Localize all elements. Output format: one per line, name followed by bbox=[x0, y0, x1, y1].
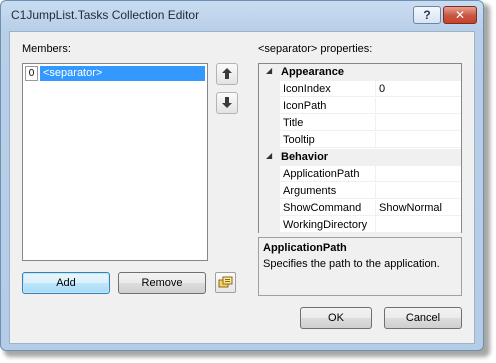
list-item[interactable]: 0 <separator> bbox=[25, 66, 205, 81]
ok-button[interactable]: OK bbox=[300, 307, 372, 329]
property-value[interactable] bbox=[376, 217, 461, 233]
add-button[interactable]: Add bbox=[22, 272, 110, 294]
arrow-down-icon bbox=[222, 97, 232, 111]
property-value[interactable] bbox=[376, 166, 461, 182]
move-down-button[interactable] bbox=[216, 92, 238, 114]
description-text: Specifies the path to the application. bbox=[263, 258, 440, 270]
property-name: Tooltip bbox=[280, 132, 376, 148]
property-row-workingdirectory[interactable]: WorkingDirectory bbox=[259, 217, 461, 234]
property-row-applicationpath[interactable]: ApplicationPath bbox=[259, 166, 461, 183]
description-title: ApplicationPath bbox=[263, 242, 347, 254]
category-appearance[interactable]: ◢ Appearance bbox=[259, 64, 461, 81]
remove-button[interactable]: Remove bbox=[118, 272, 206, 294]
move-up-button[interactable] bbox=[216, 63, 238, 85]
row-gutter bbox=[259, 115, 280, 132]
property-value[interactable] bbox=[376, 115, 461, 131]
list-item-index: 0 bbox=[25, 66, 38, 81]
collapse-triangle-icon[interactable]: ◢ bbox=[266, 151, 272, 160]
title-bar[interactable]: C1JumpList.Tasks Collection Editor ? ✕ bbox=[1, 1, 483, 31]
members-listbox[interactable]: 0 <separator> bbox=[22, 63, 208, 261]
window-title: C1JumpList.Tasks Collection Editor bbox=[11, 8, 200, 22]
close-button[interactable]: ✕ bbox=[443, 6, 477, 24]
property-value[interactable] bbox=[376, 132, 461, 148]
row-gutter bbox=[259, 81, 280, 98]
category-label: Behavior bbox=[281, 151, 329, 163]
property-row-tooltip[interactable]: Tooltip bbox=[259, 132, 461, 149]
row-gutter bbox=[259, 217, 280, 234]
row-gutter bbox=[259, 166, 280, 183]
property-row-iconindex[interactable]: IconIndex 0 bbox=[259, 81, 461, 98]
members-label: Members: bbox=[22, 43, 71, 55]
collapse-triangle-icon[interactable]: ◢ bbox=[266, 66, 272, 75]
property-value[interactable]: 0 bbox=[376, 81, 461, 97]
property-name: ApplicationPath bbox=[280, 166, 376, 182]
property-name: Title bbox=[280, 115, 376, 131]
category-label: Appearance bbox=[281, 66, 344, 78]
property-name: IconPath bbox=[280, 98, 376, 114]
collection-editor-window: C1JumpList.Tasks Collection Editor ? ✕ M… bbox=[0, 0, 484, 351]
help-button[interactable]: ? bbox=[413, 6, 441, 24]
properties-header: <separator> properties: bbox=[258, 43, 373, 55]
property-value[interactable] bbox=[376, 98, 461, 114]
property-name: ShowCommand bbox=[280, 200, 376, 216]
property-name: WorkingDirectory bbox=[280, 217, 376, 233]
sort-options-button[interactable] bbox=[215, 272, 236, 293]
list-item-label: <separator> bbox=[40, 66, 205, 81]
property-value[interactable] bbox=[376, 183, 461, 199]
row-gutter bbox=[259, 183, 280, 200]
property-grid[interactable]: ◢ Appearance IconIndex 0 IconPath Title … bbox=[258, 63, 462, 234]
row-gutter bbox=[259, 98, 280, 115]
dialog-client-area: Members: 0 <separator> Add Remove <separ… bbox=[9, 31, 475, 344]
property-value[interactable]: ShowNormal bbox=[376, 200, 461, 216]
property-name: Arguments bbox=[280, 183, 376, 199]
property-row-iconpath[interactable]: IconPath bbox=[259, 98, 461, 115]
property-description-panel: ApplicationPath Specifies the path to th… bbox=[258, 237, 462, 296]
cancel-button[interactable]: Cancel bbox=[384, 307, 462, 329]
property-name: IconIndex bbox=[280, 81, 376, 97]
category-behavior[interactable]: ◢ Behavior bbox=[259, 149, 461, 166]
property-row-arguments[interactable]: Arguments bbox=[259, 183, 461, 200]
property-row-showcommand[interactable]: ShowCommand ShowNormal bbox=[259, 200, 461, 217]
arrow-up-icon bbox=[222, 68, 232, 82]
row-gutter bbox=[259, 132, 280, 149]
property-row-title[interactable]: Title bbox=[259, 115, 461, 132]
row-gutter bbox=[259, 200, 280, 217]
